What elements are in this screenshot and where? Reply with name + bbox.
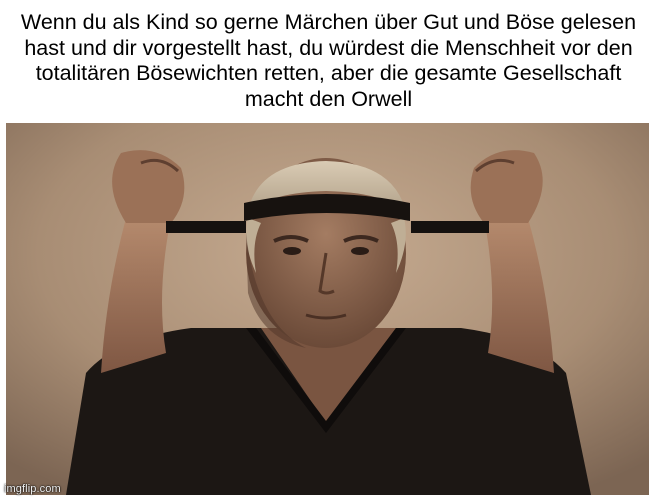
imgflip-watermark: imgflip.com — [4, 483, 61, 495]
meme-caption: Wenn du als Kind so gerne Märchen über G… — [0, 2, 657, 120]
caption-text: Wenn du als Kind so gerne Märchen über G… — [20, 10, 637, 111]
meme-photo — [6, 123, 649, 495]
